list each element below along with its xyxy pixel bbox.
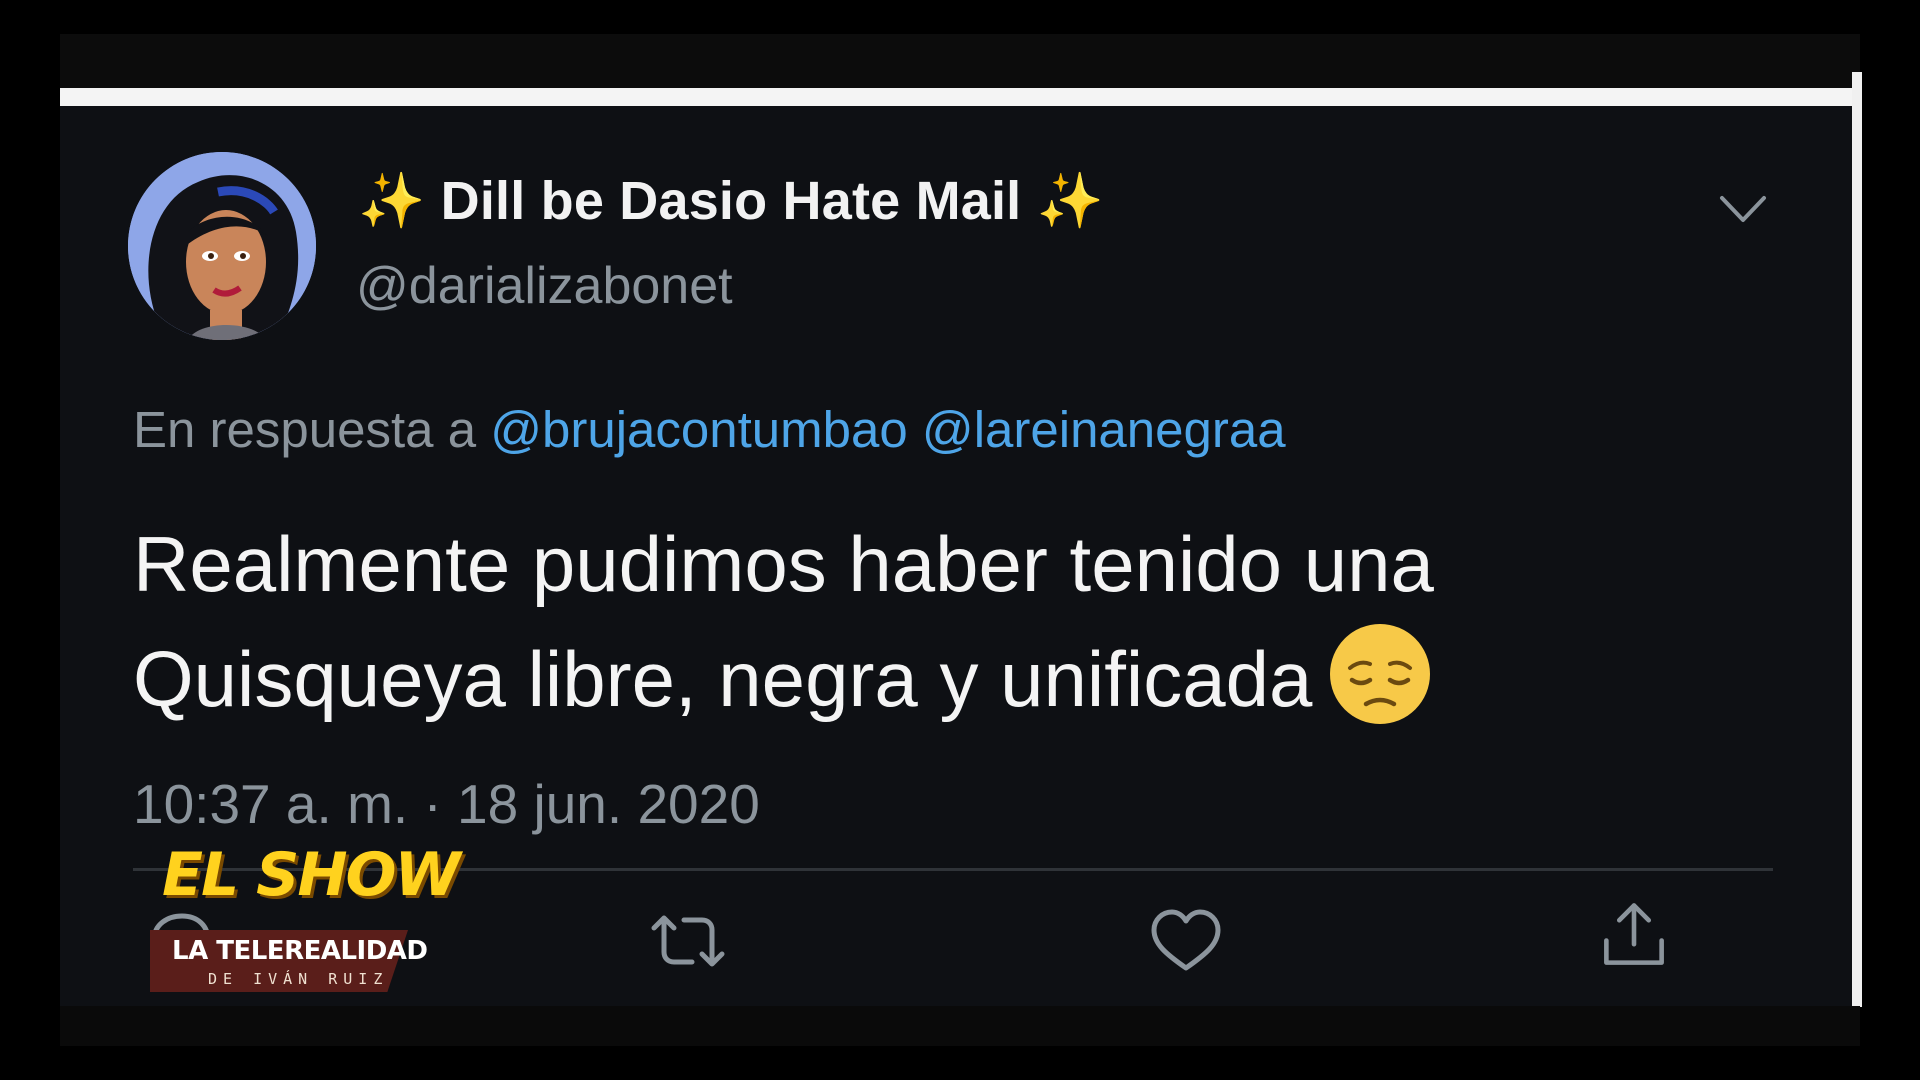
reply-prefix: En respuesta a — [133, 401, 477, 458]
tweet-text-line: Realmente pudimos haber tenido una — [133, 520, 1434, 608]
avatar-illustration-icon — [128, 152, 316, 340]
frame-top-strip — [60, 34, 1860, 92]
display-name[interactable]: ✨ Dill be Dasio Hate Mail ✨ — [358, 170, 1104, 233]
heart-icon — [1151, 909, 1221, 971]
tweet-text: Realmente pudimos haber tenido una Quisq… — [133, 508, 1693, 735]
el-show-watermark-logo: EL SHOW LA TELEREALIDAD DE IVÁN RUIZ — [150, 840, 461, 1000]
tweet-timestamp[interactable]: 10:37 a. m. · 18 jun. 2020 — [133, 772, 760, 836]
sparkles-icon: ✨ — [358, 171, 426, 231]
user-avatar[interactable] — [128, 152, 316, 340]
tweet-text-line-with-emoji: Quisqueya libre, negra y unificada — [133, 620, 1693, 735]
mention-link[interactable]: @lareinanegraa — [922, 401, 1286, 458]
retweet-icon — [651, 915, 725, 967]
sparkles-icon: ✨ — [1036, 171, 1105, 231]
frame-bottom-strip — [60, 1006, 1860, 1046]
display-name-text: Dill be Dasio Hate Mail — [440, 171, 1022, 231]
chevron-down-icon[interactable] — [1716, 190, 1770, 230]
logo-subtitle: DE IVÁN RUIZ — [208, 970, 389, 988]
logo-title: EL SHOW — [162, 840, 461, 910]
like-button[interactable] — [1146, 906, 1226, 976]
share-button[interactable] — [1594, 900, 1674, 970]
top-border-line — [60, 88, 1860, 106]
reply-context: En respuesta a @brujacontumbao @lareinan… — [133, 400, 1286, 459]
tweet-text-line: Quisqueya libre, negra y unificada — [133, 635, 1313, 723]
pensive-face-icon — [1326, 620, 1434, 728]
right-border-line — [1852, 72, 1862, 1007]
retweet-button[interactable] — [648, 906, 728, 976]
share-icon — [1604, 903, 1664, 965]
user-handle[interactable]: @darializabonet — [356, 256, 733, 316]
mention-link[interactable]: @brujacontumbao — [490, 401, 908, 458]
logo-banner-text: LA TELEREALIDAD — [172, 936, 428, 966]
